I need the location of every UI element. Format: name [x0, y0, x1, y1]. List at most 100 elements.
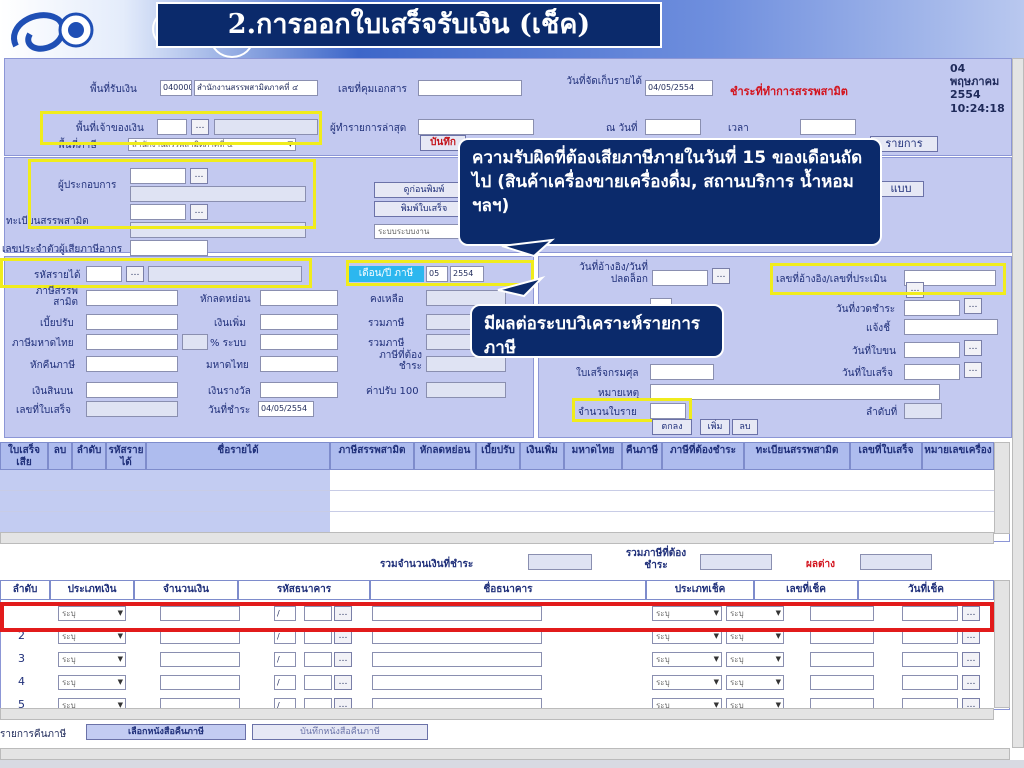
interior-tax-label: ภาษีมหาดไทย [12, 338, 74, 349]
reward-field[interactable] [260, 382, 338, 398]
adjust-label: เบี้ยปรับ [40, 318, 74, 329]
revenue-grid-header-cell: หักลดหย่อน [414, 442, 476, 470]
page-vscrollbar[interactable] [1012, 58, 1024, 748]
money-type-select[interactable]: ระบุ [58, 675, 126, 690]
revenue-grid-header-cell: ใบเสร็จเสีย [0, 442, 48, 470]
cheque-grid-header-cell: ลำดับ [0, 580, 50, 600]
tax-due-field [700, 554, 772, 570]
add-row-button[interactable]: เพิ่ม [700, 419, 730, 435]
revenue-grid-header-cell: เลขที่ใบเสร็จ [850, 442, 922, 470]
doc-control-field[interactable] [418, 80, 522, 96]
bank-lookup-button[interactable]: … [334, 652, 352, 667]
revenue-grid-header-cell: ชื่อรายได้ [146, 442, 330, 470]
cheque-grid-header-cell: รหัสธนาคาร [238, 580, 370, 600]
form-button[interactable]: แบบ [878, 181, 924, 197]
note-field[interactable] [650, 384, 940, 400]
sum-field [528, 554, 592, 570]
callout-pointer [497, 238, 556, 298]
mahadthai-field[interactable] [260, 356, 338, 372]
cheque-grid-header-cell: ประเภทเงิน [50, 580, 134, 600]
cheque-grid-header-cell: เลขที่เช็ค [754, 580, 858, 600]
receipt-kind-field[interactable] [650, 364, 714, 380]
revenue-grid-header-cell: หมายเลขเครื่อง [922, 442, 994, 470]
fund-label: เงินสินบน [32, 386, 74, 397]
revenue-grid-header-cell: ลำดับ [72, 442, 106, 470]
receipt-no-label: เลขที่ใบเสร็จ [16, 405, 71, 416]
money-type-select[interactable]: ระบุ [58, 652, 126, 667]
total-tax2-label: รวมภาษี [368, 338, 405, 349]
receive-date-field[interactable]: 04/05/2554 [645, 80, 713, 96]
cheque-subtype-select[interactable]: ระบุ [726, 652, 784, 667]
receipt-date-calendar-button[interactable]: … [964, 362, 982, 378]
adjust-field[interactable] [86, 314, 178, 330]
bank-code-field[interactable]: / [274, 652, 296, 667]
book-date-calendar-button[interactable]: … [964, 340, 982, 356]
delete-row-button[interactable]: ลบ [732, 419, 758, 435]
date-time: 10:24:18 [950, 102, 1005, 115]
seq-field [904, 403, 942, 419]
remain-label: คงเหลือ [370, 294, 404, 305]
bank-name-field[interactable] [372, 675, 542, 690]
bank-name-field[interactable] [372, 652, 542, 667]
payable-label: ภาษีที่ต้องชำระ [379, 350, 422, 372]
refund-field[interactable] [86, 356, 178, 372]
branch-code-field[interactable]: 040000 [160, 80, 192, 96]
notice-field[interactable] [904, 319, 998, 335]
cheque-date-field[interactable] [902, 675, 958, 690]
refund-tab-label: รายการคืนภาษี [0, 729, 67, 740]
branch-name-field[interactable]: สำนักงานสรรพสามิตภาคที่ ๔ [194, 80, 318, 96]
cheque-subtype-select[interactable]: ระบุ [726, 675, 784, 690]
book-date-field[interactable] [904, 342, 960, 358]
refund-label: หักคืนภาษี [30, 360, 75, 371]
revenue-grid-header-cell: คืนภาษี [622, 442, 662, 470]
system-field[interactable] [260, 334, 338, 350]
grid2-hscrollbar[interactable] [0, 708, 994, 720]
tax-id-field[interactable] [130, 240, 208, 256]
ref-date-field[interactable] [652, 270, 708, 286]
excise-logo [6, 6, 98, 64]
interior-tax-field[interactable] [86, 334, 178, 350]
excise-tax-field[interactable] [86, 290, 178, 306]
cheque-grid-header-cell: ชื่อธนาคาร [370, 580, 646, 600]
revenue-grid-header-cell: เงินเพิ่ม [520, 442, 564, 470]
bank-branch-field[interactable] [304, 652, 332, 667]
grid1-vscrollbar[interactable] [994, 442, 1010, 534]
grid-line [0, 511, 1008, 512]
fund-field[interactable] [86, 382, 178, 398]
cheque-date-field[interactable] [902, 652, 958, 667]
grid2-vscrollbar[interactable] [994, 580, 1010, 708]
bank-code-field[interactable]: / [274, 675, 296, 690]
amount-field[interactable] [160, 652, 240, 667]
cheque-no-field[interactable] [810, 675, 874, 690]
due-calendar-button[interactable]: … [964, 298, 982, 314]
cheque-date-calendar-button[interactable]: … [962, 675, 980, 690]
notice-label: แจ้งชี้ [866, 323, 890, 334]
pay-date-field[interactable]: 04/05/2554 [258, 401, 314, 417]
grid1-hscrollbar[interactable] [0, 532, 994, 544]
ref-date-label: วันที่อ้างอิง/วันที่ปลดล็อก [579, 262, 648, 285]
receipt-date-field[interactable] [904, 364, 960, 380]
revenue-grid-header-cell: เบี้ยปรับ [476, 442, 520, 470]
page-hscrollbar[interactable] [0, 748, 1010, 760]
bank-branch-field[interactable] [304, 675, 332, 690]
revenue-grid-header-cell: ทะเบียนสรรพสามิต [744, 442, 850, 470]
add-field[interactable] [260, 314, 338, 330]
sum-label: รวมจำนวนเงินที่ชำระ [380, 559, 474, 570]
bank-lookup-button[interactable]: … [334, 675, 352, 690]
amount-field[interactable] [160, 675, 240, 690]
ok-button[interactable]: ตกลง [652, 419, 692, 435]
save-refund-book-tab[interactable]: บันทึกหนังสือคืนภาษี [252, 724, 428, 740]
cheque-type-select[interactable]: ระบุ [652, 675, 722, 690]
last-entry-field [418, 119, 534, 135]
cheque-date-calendar-button[interactable]: … [962, 652, 980, 667]
deduct-label: หักลดหย่อน [200, 294, 251, 305]
ref-date-calendar-button[interactable]: … [712, 268, 730, 284]
due-field[interactable] [904, 300, 960, 316]
cheque-row-number: 4 [18, 675, 25, 688]
cheque-type-select[interactable]: ระบุ [652, 652, 722, 667]
select-refund-book-tab[interactable]: เลือกหนังสือคืนภาษี [86, 724, 246, 740]
deduct-field[interactable] [260, 290, 338, 306]
cheque-no-field[interactable] [810, 652, 874, 667]
highlight-cheque-row [0, 602, 994, 632]
status-bar [0, 760, 1024, 768]
